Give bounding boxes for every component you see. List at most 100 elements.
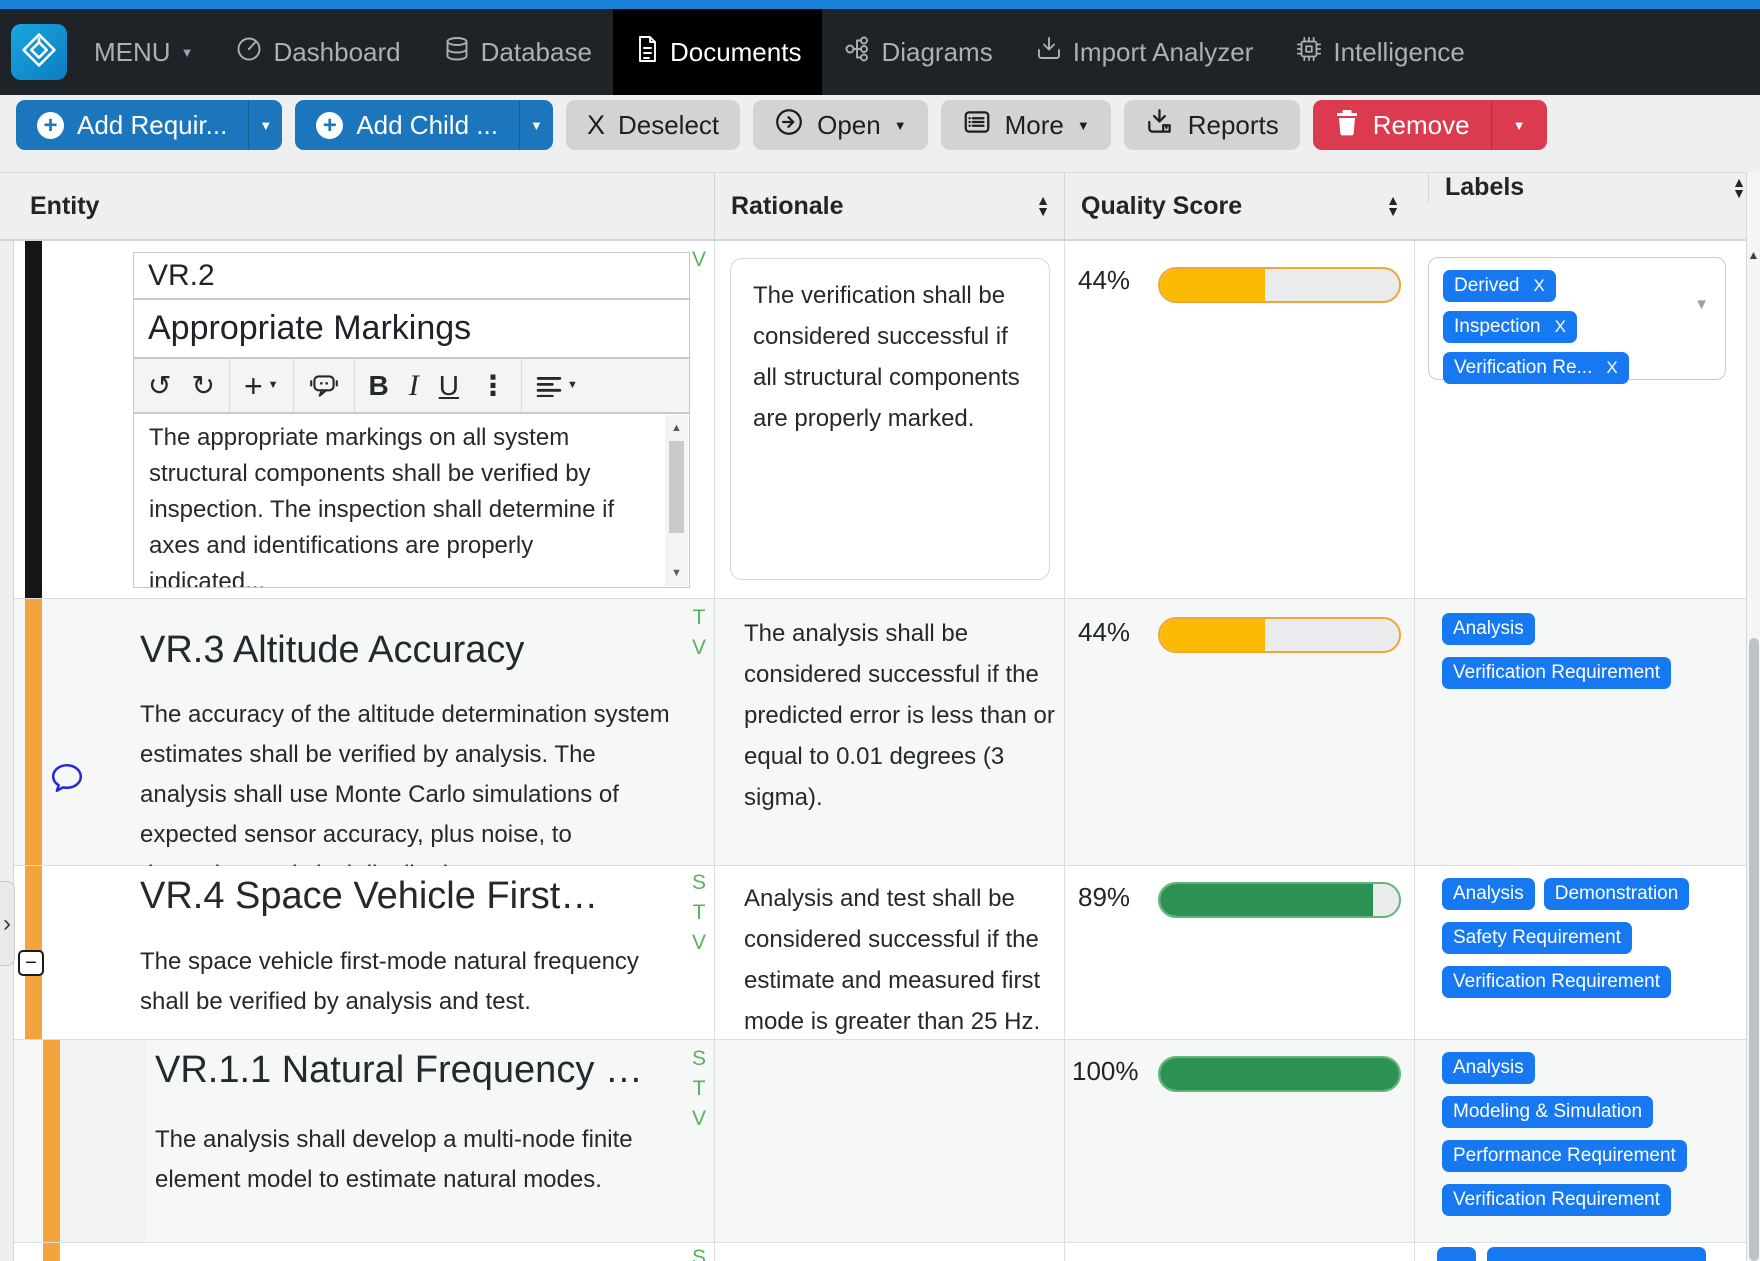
column-header-quality-score[interactable]: Quality Score ▲▼ <box>1064 173 1414 239</box>
label-pill[interactable]: Verification Re... X <box>1443 352 1629 384</box>
label-pill[interactable]: DerivedX <box>1443 270 1556 302</box>
add-requirement-label: Add Requir... <box>77 110 227 141</box>
label-pill[interactable]: Analysis <box>1442 878 1535 910</box>
deselect-button[interactable]: X Deselect <box>566 100 740 150</box>
labels-edit-box[interactable]: DerivedX InspectionX Verification Re... X… <box>1428 257 1726 380</box>
label-pill[interactable]: Analysis <box>1442 613 1535 645</box>
rationale-cell[interactable]: The verification shall be considered suc… <box>730 258 1050 580</box>
chevron-down-icon: ▼ <box>181 46 194 59</box>
row-marker <box>43 1040 60 1242</box>
add-child-dropdown[interactable]: ▼ <box>519 100 553 150</box>
label-text: Verification Re... <box>1454 357 1592 379</box>
nav-item-dashboard[interactable]: Dashboard <box>214 9 421 95</box>
underline-button[interactable]: U <box>439 372 459 400</box>
remove-dropdown[interactable]: ▼ <box>1491 100 1547 150</box>
label-pill[interactable]: Demonstration <box>1544 878 1690 910</box>
collapse-toggle[interactable]: − <box>18 950 44 976</box>
sort-icon[interactable]: ▲▼ <box>1036 195 1050 217</box>
reports-button[interactable]: Reports <box>1124 100 1300 150</box>
entity-title[interactable]: VR.1.1 Natural Frequency … <box>155 1049 643 1092</box>
entity-title[interactable]: VR.3 Altitude Accuracy <box>140 629 524 672</box>
comment-icon[interactable] <box>50 762 84 799</box>
nav-menu-button[interactable]: MENU ▼ <box>73 9 214 95</box>
rich-text-toolbar: ↺ ↻ +▼ B I U ⋮ ▼ <box>133 358 690 413</box>
undo-button[interactable]: ↺ <box>148 372 171 400</box>
status-letter: T <box>692 1078 706 1099</box>
nav-item-label: Documents <box>670 37 802 68</box>
app-logo[interactable] <box>11 24 67 80</box>
column-divider <box>1414 1040 1415 1242</box>
label-pill[interactable]: Performance Requirement <box>1442 1140 1687 1172</box>
ai-assistant-button[interactable] <box>308 372 340 400</box>
rationale-cell[interactable]: The analysis shall be considered success… <box>744 613 1062 818</box>
plus-circle-icon: + <box>316 112 343 139</box>
labels-cell: Analysis Modeling & Simulation Performan… <box>1442 1052 1744 1216</box>
italic-button[interactable]: I <box>409 371 419 401</box>
more-options-icon[interactable]: ⋮ <box>479 372 507 400</box>
scrollbar-thumb[interactable] <box>1749 638 1759 1261</box>
remove-button[interactable]: Remove <box>1313 100 1491 150</box>
column-header-rationale[interactable]: Rationale ▲▼ <box>714 173 1064 239</box>
insert-button[interactable]: +▼ <box>244 370 279 402</box>
entity-header-label: Entity <box>0 192 99 221</box>
entity-description: The analysis shall develop a multi-node … <box>155 1120 695 1200</box>
label-pill[interactable] <box>1437 1247 1476 1261</box>
column-divider <box>1064 1243 1065 1261</box>
redo-button[interactable]: ↻ <box>191 372 214 400</box>
remove-label-icon[interactable]: X <box>1533 276 1544 296</box>
scroll-down-arrow[interactable]: ▼ <box>665 567 688 579</box>
scroll-up-arrow[interactable]: ▲ <box>665 422 688 434</box>
chevron-down-icon[interactable]: ▼ <box>1694 296 1709 313</box>
remove-label-icon[interactable]: X <box>1555 317 1566 337</box>
verification-status-letters: S T V <box>692 1048 706 1129</box>
align-button[interactable]: ▼ <box>536 375 578 397</box>
quality-progress-fill <box>1160 1058 1399 1090</box>
scrollbar-thumb[interactable] <box>669 441 684 533</box>
column-header-labels[interactable]: Labels ▲▼ <box>1428 173 1760 202</box>
label-pill[interactable]: Analysis <box>1442 1052 1535 1084</box>
nav-item-intelligence[interactable]: Intelligence <box>1274 9 1486 95</box>
quality-progress-bar <box>1158 1056 1401 1092</box>
table-row[interactable]: S <box>14 1243 1746 1261</box>
import-download-icon <box>1035 35 1063 70</box>
scroll-up-arrow[interactable]: ▲ <box>1747 248 1760 262</box>
label-pill[interactable] <box>1487 1247 1706 1261</box>
table-row[interactable]: VR.3 Altitude Accuracy The accuracy of t… <box>14 599 1746 866</box>
entity-description-textarea[interactable]: The appropriate markings on all system s… <box>133 413 690 588</box>
nav-item-documents[interactable]: Documents <box>613 9 823 95</box>
nav-item-label: Dashboard <box>273 37 400 68</box>
add-requirement-button[interactable]: + Add Requir... <box>16 100 248 150</box>
open-button[interactable]: Open ▼ <box>753 100 927 150</box>
side-panel-expander[interactable]: › <box>0 881 15 966</box>
column-header-entity: Entity <box>0 173 714 239</box>
remove-label-icon[interactable]: X <box>1606 358 1617 378</box>
remove-label: Remove <box>1373 110 1470 141</box>
table-row[interactable]: VR.1.1 Natural Frequency … The analysis … <box>14 1040 1746 1243</box>
nav-item-import-analyzer[interactable]: Import Analyzer <box>1014 9 1275 95</box>
more-button[interactable]: More ▼ <box>941 100 1111 150</box>
entity-title[interactable]: VR.4 Space Vehicle First… <box>140 875 598 918</box>
selected-row-marker <box>25 241 42 598</box>
label-pill[interactable]: Verification Requirement <box>1442 1184 1671 1216</box>
label-pill[interactable]: Modeling & Simulation <box>1442 1096 1653 1128</box>
label-pill[interactable]: Verification Requirement <box>1442 966 1671 998</box>
rationale-cell[interactable]: Analysis and test shall be considered su… <box>744 878 1062 1042</box>
table-row[interactable]: − VR.4 Space Vehicle First… The space ve… <box>14 866 1746 1040</box>
vertical-scrollbar[interactable]: ▲ <box>1746 172 1760 1261</box>
entity-name-input[interactable]: Appropriate Markings <box>133 299 690 358</box>
add-requirement-dropdown[interactable]: ▼ <box>248 100 282 150</box>
nav-item-diagrams[interactable]: Diagrams <box>822 9 1013 95</box>
entity-description: The accuracy of the altitude determinati… <box>140 695 680 895</box>
label-pill[interactable]: InspectionX <box>1443 311 1577 343</box>
entity-number-input[interactable]: VR.2 <box>133 252 690 299</box>
add-child-button[interactable]: + Add Child ... <box>295 100 519 150</box>
sort-icon[interactable]: ▲▼ <box>1386 195 1400 217</box>
label-pill[interactable]: Safety Requirement <box>1442 922 1632 954</box>
label-pill[interactable]: Verification Requirement <box>1442 657 1671 689</box>
table-row[interactable]: VR.2 Appropriate Markings ↺ ↻ +▼ B I U ⋮ <box>14 241 1746 599</box>
textarea-scrollbar[interactable]: ▲ ▼ <box>665 415 688 586</box>
sort-icon[interactable]: ▲▼ <box>1732 177 1746 199</box>
bold-button[interactable]: B <box>369 372 389 400</box>
list-icon <box>962 108 992 143</box>
nav-item-database[interactable]: Database <box>422 9 613 95</box>
